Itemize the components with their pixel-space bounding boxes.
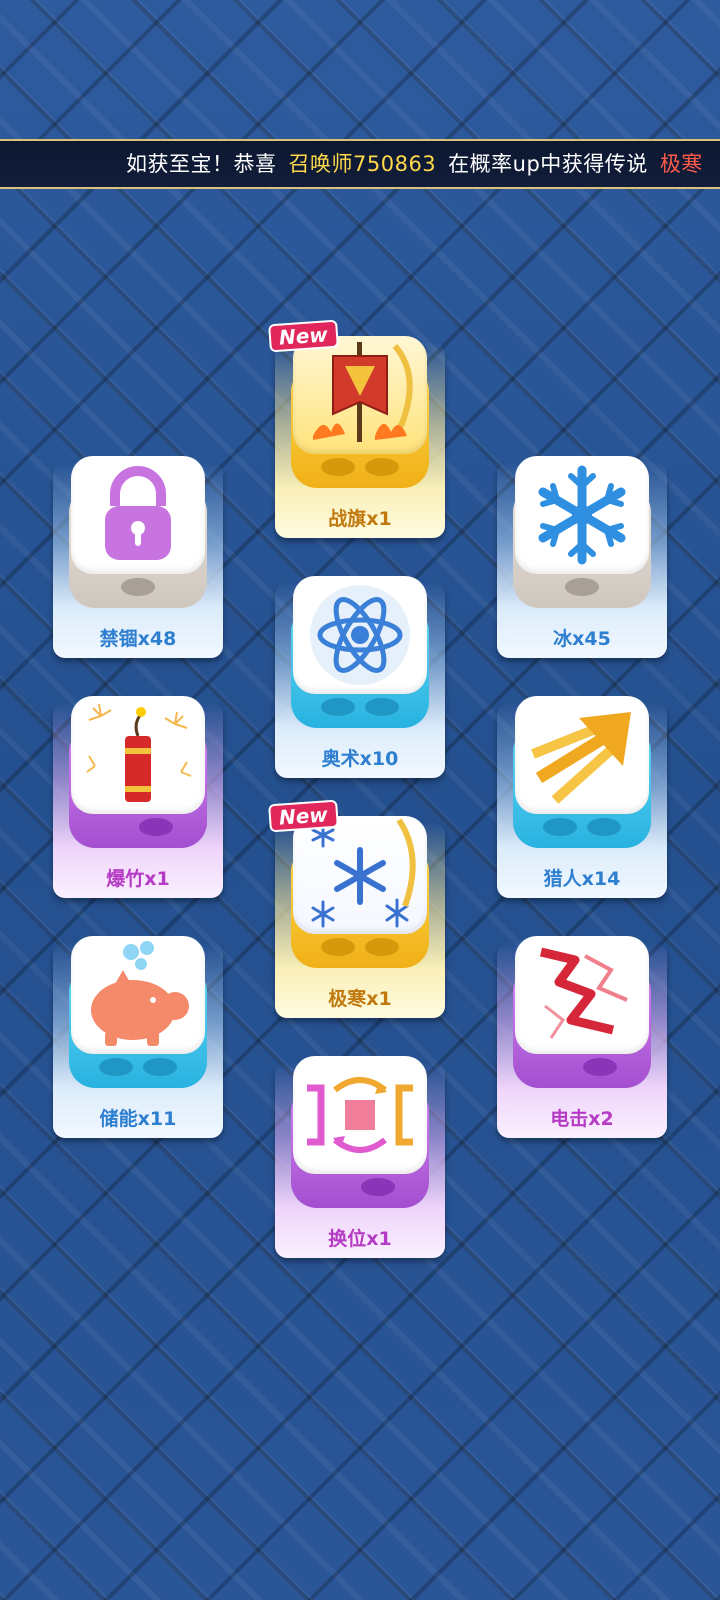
dice-card-arcane[interactable]: 奥术x10 [275, 576, 445, 778]
dice-shock [513, 936, 651, 1088]
dice-label: 战旗x1 [328, 508, 392, 530]
atom-icon [310, 585, 410, 685]
lightning-icon [539, 947, 628, 1039]
dice-label: 奥术x10 [321, 748, 399, 770]
dice-card-ice[interactable]: 冰x45 [497, 456, 667, 658]
dice-firecracker [69, 696, 207, 848]
dice-label: 极寒x1 [328, 988, 392, 1010]
ticker-prefix: 如获至宝！恭喜 [126, 152, 277, 176]
dice-card-shock[interactable]: 电击x2 [497, 936, 667, 1138]
dice-banner [291, 336, 429, 488]
firecracker-icon [86, 703, 192, 802]
lock-icon [105, 466, 171, 560]
dice-label: 爆竹x1 [106, 868, 170, 890]
dice-card-hunter[interactable]: 猎人x14 [497, 696, 667, 898]
dice-frost [291, 816, 429, 968]
dice-card-banner[interactable]: New 战旗x1 [268, 319, 445, 538]
dice-lock [69, 456, 207, 608]
announcement-ticker: 如获至宝！恭喜 召唤师750863 在概率up中获得传说 极寒 [0, 139, 720, 189]
new-badge: New [268, 319, 339, 353]
dice-arcane [291, 576, 429, 728]
war-banner-icon [313, 342, 413, 442]
swap-icon [307, 1077, 413, 1153]
dice-card-frost[interactable]: New 极寒x1 [268, 799, 445, 1018]
ticker-middle: 在概率up中获得传说 [448, 152, 648, 176]
blizzard-icon [311, 818, 416, 928]
dice-label: 换位x1 [328, 1228, 392, 1250]
dice-label: 电击x2 [550, 1108, 614, 1130]
dice-card-firecracker[interactable]: 爆竹x1 [53, 696, 223, 898]
new-badge: New [268, 799, 339, 833]
dice-label: 储能x11 [99, 1108, 177, 1130]
dice-energy [69, 936, 207, 1088]
ticker-item-name: 极寒 [659, 152, 703, 176]
dice-hunter [513, 696, 651, 848]
dice-swap [291, 1056, 429, 1208]
dice-ice [513, 456, 651, 608]
dice-label: 冰x45 [553, 628, 611, 650]
dice-card-swap[interactable]: 换位x1 [275, 1056, 445, 1258]
dice-label: 禁锢x48 [99, 628, 177, 650]
dice-card-energy[interactable]: 储能x11 [53, 936, 223, 1138]
ticker-player-name: 召唤师750863 [288, 152, 437, 176]
dice-card-lock[interactable]: 禁锢x48 [53, 456, 223, 658]
piggy-bank-icon [91, 941, 189, 1046]
arrow-icon [531, 712, 631, 804]
dice-label: 猎人x14 [543, 868, 621, 890]
snowflake-icon [538, 465, 626, 565]
